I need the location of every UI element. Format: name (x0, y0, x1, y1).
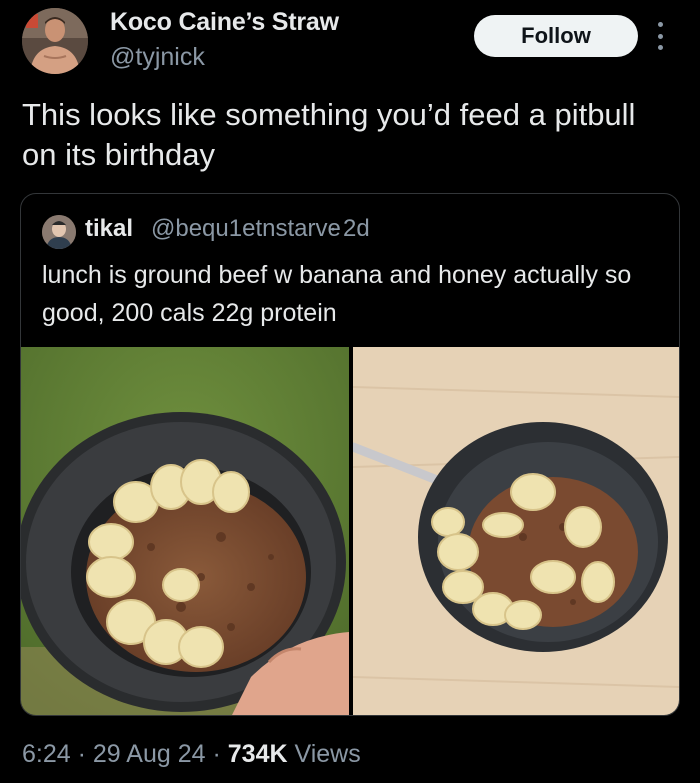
quoted-photo-left[interactable] (21, 347, 349, 715)
quoted-tweet-card[interactable]: tikal @bequ1etnstarve · 2d lunch is grou… (20, 193, 680, 716)
tweet-meta: 6:24 · 29 Aug 24 · 734K Views (22, 740, 361, 769)
follow-button[interactable]: Follow (474, 15, 638, 57)
more-dots-vertical-icon[interactable] (654, 22, 666, 50)
quoted-tweet-text: lunch is ground beef w banana and honey … (42, 261, 632, 327)
quoted-author-name[interactable]: tikal (85, 215, 133, 243)
quoted-photo-right[interactable] (353, 347, 679, 715)
views-label: Views (294, 740, 361, 768)
quoted-separator: · (329, 215, 337, 242)
tweet-text: This looks like something you’d feed a p… (22, 97, 636, 172)
views-count[interactable]: 734K (228, 740, 288, 768)
meta-separator: · (77, 740, 86, 768)
quoted-author-handle[interactable]: @bequ1etnstarve (151, 215, 341, 243)
author-avatar[interactable] (22, 8, 88, 74)
tweet-time[interactable]: 6:24 (22, 740, 71, 768)
meta-separator: · (212, 740, 221, 768)
quoted-author-avatar[interactable] (42, 215, 76, 249)
author-display-name[interactable]: Koco Caine’s Straw (110, 8, 339, 37)
tweet-date[interactable]: 29 Aug 24 (93, 740, 206, 768)
quoted-timestamp[interactable]: 2d (343, 215, 370, 243)
author-handle[interactable]: @tyjnick (110, 43, 205, 72)
